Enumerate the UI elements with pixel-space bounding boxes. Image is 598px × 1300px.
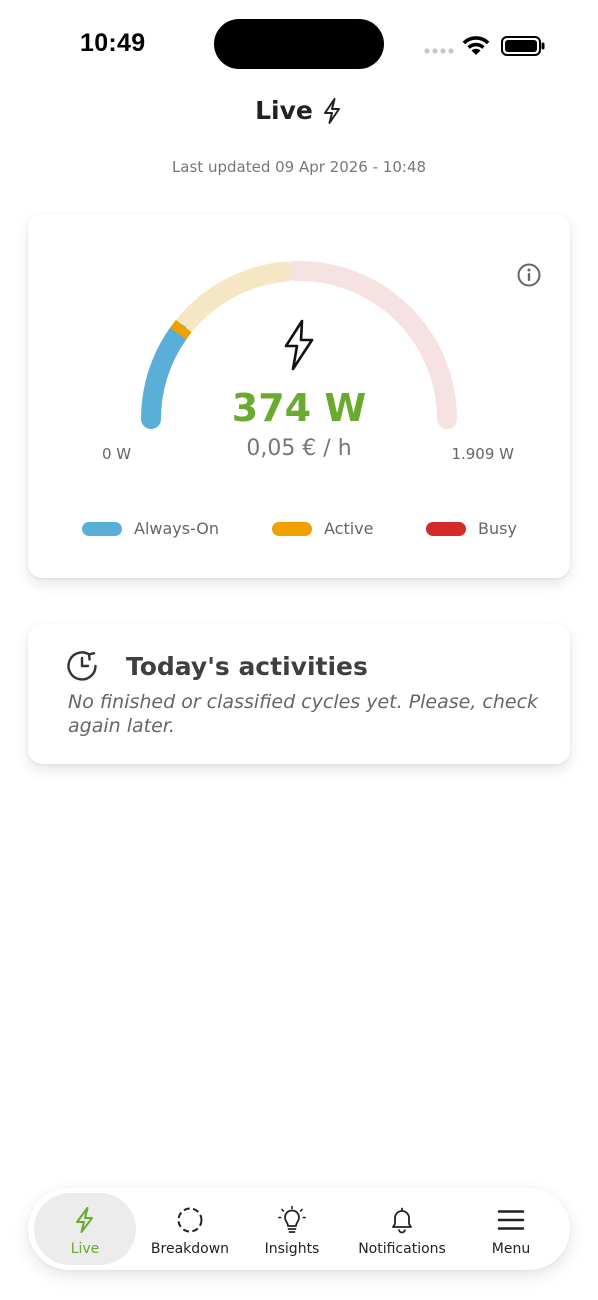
active-zone-arc bbox=[175, 261, 291, 333]
nav-label: Menu bbox=[491, 1241, 531, 1257]
power-value: 374 W bbox=[231, 386, 367, 430]
lightning-bolt-icon bbox=[284, 319, 314, 371]
gauge-min-label: 0 W bbox=[102, 445, 132, 463]
status-bar: 10:49 bbox=[0, 0, 598, 90]
activities-header: Today's activities bbox=[64, 648, 368, 684]
current-level-marker bbox=[169, 319, 192, 340]
info-icon[interactable] bbox=[516, 262, 542, 288]
nav-item-menu[interactable]: Menu bbox=[466, 1193, 556, 1265]
dashed-circle-icon bbox=[177, 1207, 203, 1233]
nav-item-live[interactable]: Live bbox=[34, 1193, 136, 1265]
legend-item-busy: Busy bbox=[426, 519, 517, 538]
page-title-wrap: Live bbox=[255, 96, 343, 125]
last-updated-text: Last updated 09 Apr 2026 - 10:48 bbox=[171, 158, 427, 176]
legend-swatch-always-on bbox=[82, 521, 122, 536]
nav-label: Live bbox=[70, 1241, 100, 1257]
gauge-max-label: 1.909 W bbox=[451, 445, 514, 463]
nav-item-notifications[interactable]: Notifications bbox=[348, 1193, 456, 1265]
gauge-legend: Always-On Active Busy bbox=[28, 519, 570, 541]
legend-label: Busy bbox=[478, 519, 517, 538]
nav-label: Notifications bbox=[358, 1241, 446, 1257]
clock-history-icon bbox=[67, 651, 97, 681]
status-icons bbox=[424, 36, 545, 56]
wifi-icon bbox=[462, 36, 490, 55]
page-title: Live bbox=[255, 96, 313, 125]
nav-item-breakdown[interactable]: Breakdown bbox=[140, 1193, 240, 1265]
cellular-signal-icon bbox=[424, 48, 454, 54]
live-power-card: 374 W 0,05 € / h 0 W 1.909 W Always-On A… bbox=[28, 214, 570, 578]
activities-title: Today's activities bbox=[126, 651, 368, 681]
legend-item-active: Active bbox=[272, 519, 374, 538]
power-gauge bbox=[141, 261, 457, 429]
activities-empty-message: No finished or classified cycles yet. Pl… bbox=[68, 691, 539, 737]
legend-item-always-on: Always-On bbox=[82, 519, 219, 538]
nav-item-insights[interactable]: Insights bbox=[246, 1193, 338, 1265]
legend-label: Always-On bbox=[134, 519, 220, 538]
page-header: Live bbox=[0, 96, 598, 125]
lightbulb-icon bbox=[278, 1205, 306, 1233]
lightning-bolt-icon bbox=[76, 1207, 93, 1233]
lightning-bolt-icon bbox=[323, 97, 340, 124]
nav-label: Insights bbox=[264, 1241, 320, 1257]
bottom-navigation: Live Breakdown Insights Notifications Me… bbox=[28, 1188, 570, 1270]
status-time: 10:49 bbox=[80, 29, 146, 57]
legend-label: Active bbox=[324, 519, 374, 538]
activities-card: Today's activities No finished or classi… bbox=[28, 624, 570, 764]
legend-swatch-busy bbox=[426, 521, 466, 536]
nav-label: Breakdown bbox=[150, 1241, 230, 1257]
hamburger-menu-icon bbox=[497, 1210, 525, 1230]
dynamic-island bbox=[214, 19, 384, 69]
legend-swatch-active bbox=[272, 521, 312, 536]
bell-icon bbox=[392, 1207, 412, 1234]
battery-icon bbox=[501, 36, 545, 56]
